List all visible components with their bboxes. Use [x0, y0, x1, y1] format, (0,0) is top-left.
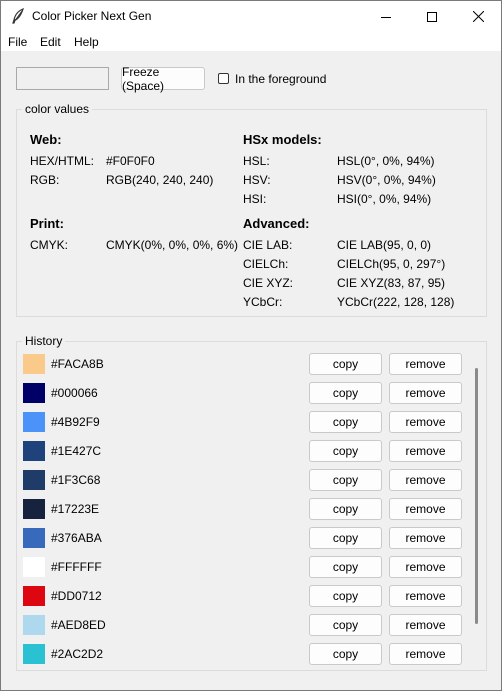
history-hex: #DD0712 [51, 589, 102, 603]
ciexyz-value: CIE XYZ(83, 87, 95) [337, 276, 446, 290]
remove-button[interactable]: remove [389, 556, 462, 578]
remove-button[interactable]: remove [389, 527, 462, 549]
remove-button[interactable]: remove [389, 353, 462, 375]
history-hex: #17223E [51, 502, 100, 516]
minimize-icon [381, 16, 391, 18]
history-swatch [23, 557, 45, 577]
close-icon [472, 11, 484, 22]
history-swatch [23, 412, 45, 432]
app-window: Color Picker Next Gen File Edit Help Fre… [0, 0, 502, 691]
history-swatch [23, 383, 45, 403]
close-button[interactable] [455, 1, 501, 32]
cielab-label: CIE LAB: [243, 238, 293, 252]
copy-button[interactable]: copy [309, 643, 382, 665]
ciexyz-label: CIE XYZ: [243, 276, 294, 290]
history-swatch [23, 354, 45, 374]
history-hex: #FFFFFF [51, 560, 102, 574]
history-hex: #000066 [51, 386, 98, 400]
rgb-label: RGB: [30, 173, 60, 187]
history-hex: #FACA8B [51, 357, 104, 371]
hsi-value: HSI(0°, 0%, 94%) [337, 192, 432, 206]
copy-button[interactable]: copy [309, 585, 382, 607]
ycbcr-value: YCbCr(222, 128, 128) [337, 295, 455, 309]
copy-button[interactable]: copy [309, 527, 382, 549]
web-heading: Web: [30, 132, 62, 147]
foreground-checkbox[interactable] [218, 73, 229, 84]
feather-icon [11, 7, 25, 24]
remove-button[interactable]: remove [389, 469, 462, 491]
history-swatch [23, 615, 45, 635]
maximize-button[interactable] [409, 1, 455, 32]
remove-button[interactable]: remove [389, 382, 462, 404]
current-color-swatch [16, 67, 109, 90]
cmyk-label: CMYK: [30, 238, 69, 252]
menu-help[interactable]: Help [74, 35, 99, 49]
copy-button[interactable]: copy [309, 353, 382, 375]
hex-value: #F0F0F0 [106, 154, 155, 168]
advanced-heading: Advanced: [243, 216, 310, 231]
freeze-button[interactable]: Freeze (Space) [121, 65, 205, 93]
cielch-label: CIELCh: [243, 257, 289, 271]
history-swatch [23, 499, 45, 519]
copy-button[interactable]: copy [309, 614, 382, 636]
copy-button[interactable]: copy [309, 469, 382, 491]
history-hex: #1F3C68 [51, 473, 101, 487]
maximize-icon [427, 11, 437, 22]
history-swatch [23, 644, 45, 664]
remove-button[interactable]: remove [389, 498, 462, 520]
hsl-value: HSL(0°, 0%, 94%) [337, 154, 435, 168]
history-swatch [23, 441, 45, 461]
remove-button[interactable]: remove [389, 411, 462, 433]
history-title: History [22, 334, 66, 348]
print-heading: Print: [30, 216, 64, 231]
menu-bar: File Edit Help [1, 32, 501, 51]
hsv-label: HSV: [243, 173, 271, 187]
remove-button[interactable]: remove [389, 585, 462, 607]
menu-file[interactable]: File [8, 35, 27, 49]
color-values-title: color values [22, 102, 93, 116]
hsi-label: HSI: [243, 192, 267, 206]
menu-edit[interactable]: Edit [40, 35, 61, 49]
remove-button[interactable]: remove [389, 614, 462, 636]
history-scrollbar[interactable] [475, 368, 478, 624]
copy-button[interactable]: copy [309, 382, 382, 404]
ycbcr-label: YCbCr: [243, 295, 283, 309]
history-swatch [23, 586, 45, 606]
hsx-heading: HSx models: [243, 132, 322, 147]
title-bar[interactable]: Color Picker Next Gen [1, 1, 501, 32]
history-swatch [23, 470, 45, 490]
rgb-value: RGB(240, 240, 240) [106, 173, 214, 187]
minimize-button[interactable] [363, 1, 409, 32]
history-swatch [23, 528, 45, 548]
history-hex: #1E427C [51, 444, 102, 458]
copy-button[interactable]: copy [309, 556, 382, 578]
hsv-value: HSV(0°, 0%, 94%) [337, 173, 436, 187]
remove-button[interactable]: remove [389, 440, 462, 462]
cielch-value: CIELCh(95, 0, 297°) [337, 257, 446, 271]
copy-button[interactable]: copy [309, 498, 382, 520]
foreground-label[interactable]: In the foreground [235, 72, 326, 86]
cielab-value: CIE LAB(95, 0, 0) [337, 238, 432, 252]
cmyk-value: CMYK(0%, 0%, 0%, 6%) [106, 238, 239, 252]
history-hex: #4B92F9 [51, 415, 100, 429]
window-title: Color Picker Next Gen [32, 9, 152, 23]
history-hex: #376ABA [51, 531, 102, 545]
copy-button[interactable]: copy [309, 440, 382, 462]
history-hex: #2AC2D2 [51, 647, 104, 661]
hex-label: HEX/HTML: [30, 154, 95, 168]
hsl-label: HSL: [243, 154, 270, 168]
history-hex: #AED8ED [51, 618, 106, 632]
remove-button[interactable]: remove [389, 643, 462, 665]
copy-button[interactable]: copy [309, 411, 382, 433]
